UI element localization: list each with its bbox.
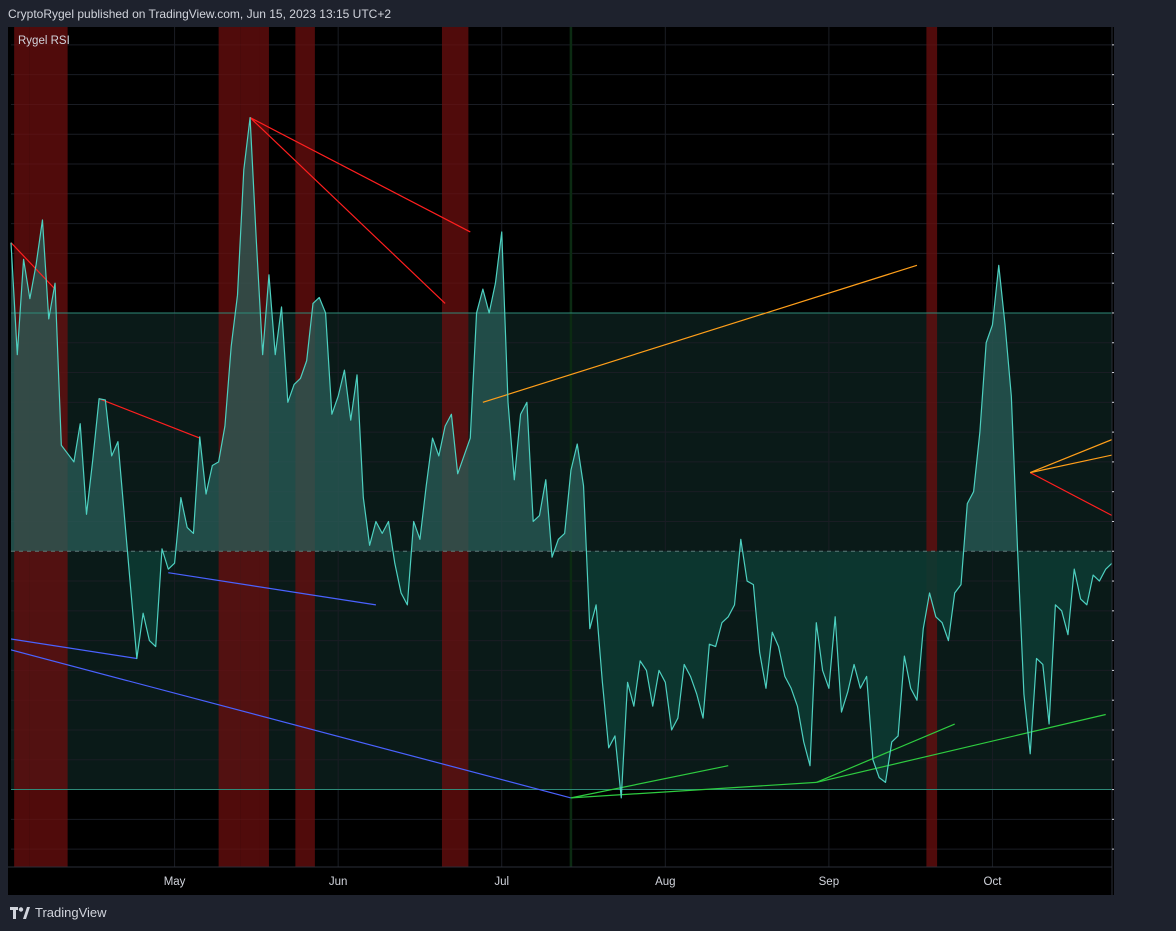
- x-tick-label: May: [164, 876, 186, 888]
- indicator-title[interactable]: Rygel RSI: [18, 35, 70, 47]
- x-tick-label: Aug: [655, 876, 675, 888]
- oversold-band: [569, 27, 573, 867]
- x-tick-label: Jun: [329, 876, 348, 888]
- divergence-line-bear-div: [249, 117, 446, 304]
- footer-brand-label: TradingView: [35, 905, 107, 920]
- tradingview-logo-icon: [10, 906, 30, 919]
- x-tick-label: Oct: [984, 876, 1003, 888]
- x-tick-label: Sep: [819, 876, 839, 888]
- publish-header: CryptoRygel published on TradingView.com…: [8, 7, 392, 21]
- x-tick-label: Jul: [494, 876, 509, 888]
- overbought-band: [926, 27, 938, 867]
- tradingview-brand[interactable]: TradingView: [10, 905, 107, 920]
- rsi-chart[interactable]: 25.0027.5030.0032.5035.0037.5040.0042.50…: [8, 27, 1114, 895]
- chart-area[interactable]: 25.0027.5030.0032.5035.0037.5040.0042.50…: [8, 27, 1114, 895]
